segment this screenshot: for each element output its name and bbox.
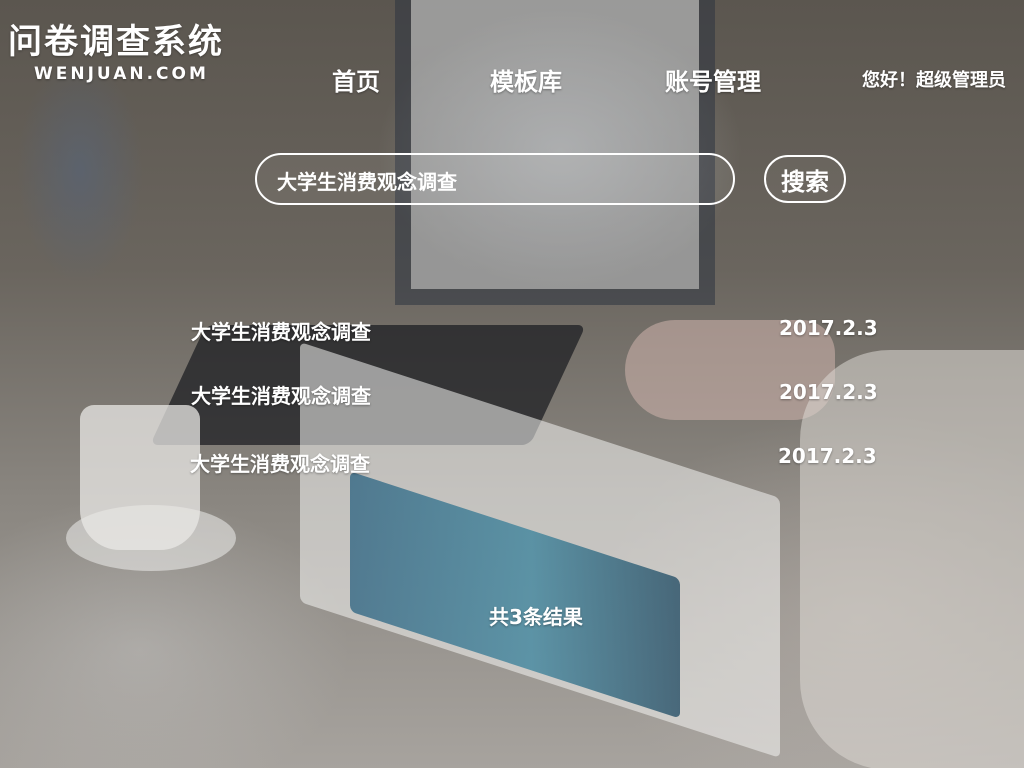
result-title[interactable]: 大学生消费观念调查 [191, 380, 371, 409]
page-background: 问卷调查系统 WENJUAN.COM 首页 模板库 账号管理 您好！超级管理员 … [0, 0, 1024, 768]
nav-home-link[interactable]: 首页 [332, 62, 380, 97]
result-date: 2017.2.3 [778, 444, 877, 468]
result-date: 2017.2.3 [779, 316, 878, 340]
nav-accounts-link[interactable]: 账号管理 [665, 62, 761, 97]
result-title[interactable]: 大学生消费观念调查 [191, 316, 371, 345]
search-button[interactable]: 搜索 [764, 155, 846, 203]
brand-subtitle: WENJUAN.COM [34, 64, 209, 84]
saucer-decoration [66, 505, 236, 571]
search-input[interactable] [275, 155, 719, 205]
result-date: 2017.2.3 [779, 380, 878, 404]
result-count: 共3条结果 [489, 605, 583, 629]
result-row: 大学生消费观念调查 2017.2.3 [0, 316, 1024, 350]
notebook-art-decoration [350, 471, 680, 719]
brand-title: 问卷调查系统 [8, 22, 224, 62]
user-greeting: 您好！超级管理员 [862, 70, 1006, 91]
result-title[interactable]: 大学生消费观念调查 [190, 448, 370, 477]
nav-templates-link[interactable]: 模板库 [490, 62, 562, 97]
result-row: 大学生消费观念调查 2017.2.3 [0, 380, 1024, 414]
search-box [255, 153, 735, 205]
result-row: 大学生消费观念调查 2017.2.3 [0, 444, 1024, 482]
